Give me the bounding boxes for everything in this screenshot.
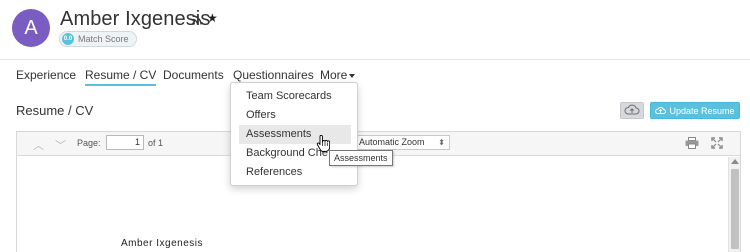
scroll-thumb[interactable] [731, 169, 739, 249]
page-total: of 1 [148, 138, 164, 148]
document-text: Amber Ixgenesis [121, 238, 203, 249]
upload-button[interactable] [620, 102, 644, 119]
page-label: Page: [77, 138, 101, 148]
more-dropdown-menu: Team Scorecards Offers Assessments Backg… [230, 82, 358, 186]
viewer-scrollbar[interactable] [728, 157, 740, 252]
rss-icon[interactable] [192, 15, 202, 25]
candidate-name: Amber Ixgenesis [60, 8, 211, 30]
match-score-value: 0.0 [62, 33, 74, 45]
tab-questionnaires[interactable]: Questionnaires [233, 68, 314, 82]
hand-cursor-icon [316, 135, 330, 152]
assessments-tooltip: Assessments [329, 150, 393, 166]
chevron-down-icon [349, 73, 356, 78]
match-score-badge: 0.0 Match Score [59, 31, 137, 47]
tab-more[interactable]: More [320, 68, 356, 82]
chevron-down-icon[interactable]: ﹀ [55, 137, 66, 153]
tab-experience[interactable]: Experience [16, 68, 76, 82]
tab-documents[interactable]: Documents [163, 68, 224, 82]
update-resume-button[interactable]: Update Resume [650, 102, 740, 119]
expand-icon[interactable] [711, 137, 723, 149]
print-icon[interactable] [685, 137, 699, 149]
candidate-header: A Amber Ixgenesis ★ 0.0 Match Score [0, 0, 750, 60]
section-title: Resume / CV [16, 103, 94, 118]
select-arrows-icon: ⬍ [438, 138, 445, 147]
page-number-input[interactable]: 1 [106, 135, 144, 150]
menu-item-offers[interactable]: Offers [231, 106, 357, 125]
upload-icon [624, 104, 640, 115]
chevron-up-icon[interactable]: ︿ [33, 137, 44, 153]
zoom-select[interactable]: Automatic Zoom ⬍ [352, 135, 450, 150]
star-icon[interactable]: ★ [207, 11, 218, 25]
avatar: A [12, 9, 50, 47]
menu-item-assessments[interactable]: Assessments [239, 125, 351, 144]
scroll-up-icon[interactable] [731, 159, 739, 164]
candidate-tabs: Experience Resume / CV Documents Questio… [0, 60, 750, 90]
match-score-label: Match Score [78, 34, 129, 44]
tab-resume-cv[interactable]: Resume / CV [85, 68, 157, 86]
tab-more-label: More [320, 68, 348, 82]
zoom-value: Automatic Zoom [359, 137, 425, 147]
document-page: Amber Ixgenesis [17, 157, 728, 252]
cloud-upload-icon [655, 107, 667, 114]
menu-item-team-scorecards[interactable]: Team Scorecards [231, 87, 357, 106]
update-resume-label: Update Resume [669, 105, 735, 116]
